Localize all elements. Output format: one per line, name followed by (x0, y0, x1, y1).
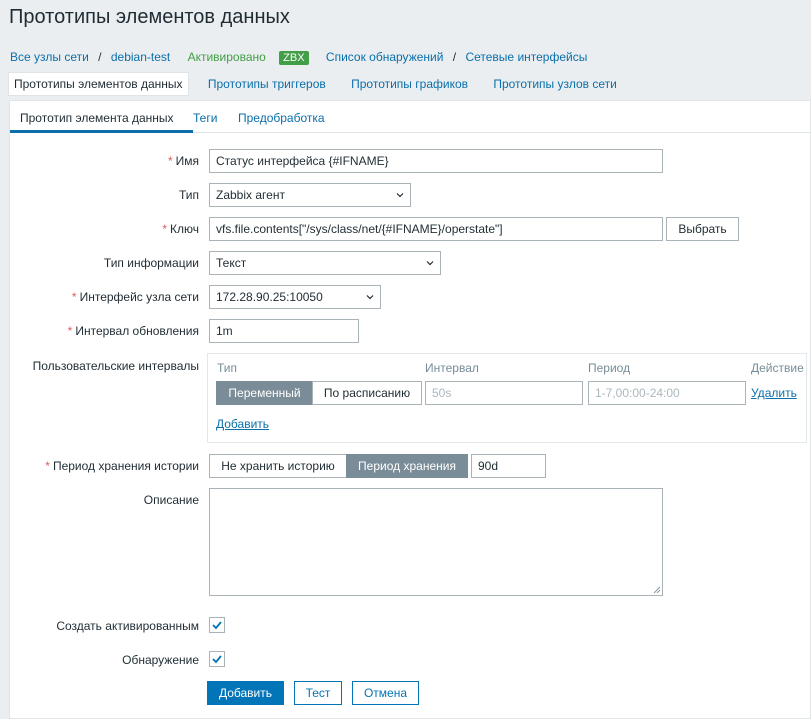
discover-label: Обнаружение (122, 653, 199, 667)
update-interval-label: * Интервал обновления (67, 324, 199, 338)
tab-item-prototype[interactable]: Прототип элемента данных (20, 111, 174, 125)
tab-tags[interactable]: Теги (193, 111, 217, 125)
add-button[interactable]: Добавить (207, 681, 284, 705)
create-enabled-checkbox[interactable] (209, 617, 225, 633)
cancel-button[interactable]: Отмена (352, 681, 419, 705)
breadcrumb-host[interactable]: debian-test (111, 50, 170, 64)
interface-select[interactable]: 172.28.90.25:10050 (209, 285, 381, 309)
period-input[interactable]: 1-7,00:00-24:00 (588, 381, 746, 405)
breadcrumb-separator: / (98, 50, 102, 64)
col-action-header: Действие (751, 361, 804, 375)
type-label: Тип (178, 188, 199, 202)
breadcrumb-discovery-rule[interactable]: Сетевые интерфейсы (465, 50, 587, 64)
type-select[interactable]: Zabbix агент (209, 183, 411, 207)
subnav-item-hosts[interactable]: Прототипы узлов сети (487, 72, 623, 96)
col-type-header: Тип (217, 361, 238, 375)
key-label: * Ключ (162, 222, 199, 236)
key-select-button[interactable]: Выбрать (666, 217, 739, 241)
interval-input[interactable]: 50s (425, 381, 583, 405)
subnav-item-graphs[interactable]: Прототипы графиков (345, 72, 474, 96)
subnav-item-triggers[interactable]: Прототипы триггеров (202, 72, 332, 96)
add-interval-link[interactable]: Добавить (216, 417, 269, 431)
chevron-down-icon (426, 261, 434, 266)
custom-intervals-table: Тип Интервал Период Действие Переменный … (207, 353, 807, 443)
create-enabled-label: Создать активированным (56, 619, 199, 633)
update-interval-input[interactable]: 1m (209, 319, 359, 343)
key-input[interactable]: vfs.file.contents["/sys/class/net/{#IFNA… (209, 217, 663, 241)
chevron-down-icon (396, 193, 404, 198)
name-input[interactable]: Статус интерфейса {#IFNAME} (209, 149, 663, 173)
checkmark-icon (212, 655, 222, 664)
description-label: Описание (143, 493, 199, 507)
info-type-select[interactable]: Текст (209, 251, 441, 275)
checkmark-icon (212, 621, 222, 630)
custom-intervals-label: Пользовательские интервалы (32, 359, 199, 373)
form-tabs: Прототип элемента данных Теги Предобрабо… (10, 101, 810, 133)
breadcrumb-all-hosts[interactable]: Все узлы сети (10, 50, 89, 64)
item-prototype-form: Прототип элемента данных Теги Предобрабо… (9, 100, 811, 719)
history-label: * Период хранения истории (45, 459, 199, 473)
col-interval-header: Интервал (425, 361, 479, 375)
breadcrumb-separator: / (452, 50, 457, 64)
page-title: Прототипы элементов данных (9, 6, 290, 28)
resize-handle-icon[interactable] (652, 585, 661, 594)
zbx-badge: ZBX (279, 51, 309, 65)
tab-active-indicator (10, 130, 193, 133)
history-do-not-keep-toggle[interactable]: Не хранить историю (209, 454, 347, 478)
host-status[interactable]: Активировано (188, 50, 266, 64)
col-period-header: Период (588, 361, 631, 375)
history-storage-period-toggle[interactable]: Период хранения (346, 454, 468, 478)
name-label: * Имя (167, 154, 199, 168)
scheduling-toggle[interactable]: По расписанию (312, 381, 422, 405)
discover-checkbox[interactable] (209, 651, 225, 667)
chevron-down-icon (366, 295, 374, 300)
tab-preprocessing[interactable]: Предобработка (238, 111, 325, 125)
flexible-toggle[interactable]: Переменный (216, 381, 313, 405)
history-period-input[interactable]: 90d (471, 454, 546, 478)
test-button[interactable]: Тест (294, 681, 342, 705)
subnav-item-prototypes[interactable]: Прототипы элементов данных (8, 72, 189, 96)
interface-label: * Интерфейс узла сети (71, 290, 199, 304)
info-type-label: Тип информации (103, 256, 199, 270)
remove-interval-link[interactable]: Удалить (751, 386, 797, 400)
description-textarea[interactable] (209, 488, 663, 596)
breadcrumb-discovery-list[interactable]: Список обнаружений (326, 50, 444, 64)
